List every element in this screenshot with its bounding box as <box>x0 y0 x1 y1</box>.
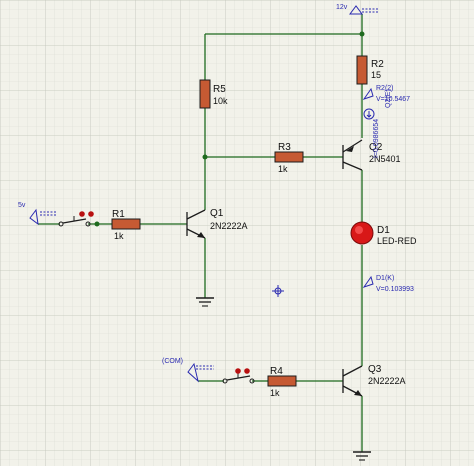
r2-value: 15 <box>371 70 381 80</box>
d1-part: LED-RED <box>377 236 417 246</box>
probe-q2-name: Q2(E) <box>385 89 392 108</box>
probe-q2-reading: I=0.0986654 <box>373 119 380 158</box>
junction-dot <box>359 31 365 37</box>
r5-ref: R5 <box>213 84 226 95</box>
probe-d1-reading: V=0.103993 <box>376 286 414 293</box>
q1-part: 2N2222A <box>210 221 248 231</box>
q3-part: 2N2222A <box>368 376 406 386</box>
r5-value: 10k <box>213 96 228 106</box>
switch-indicator <box>79 211 85 217</box>
r2-ref: R2 <box>371 59 384 70</box>
r1-ref: R1 <box>112 209 125 220</box>
resistor-r5[interactable]: R5 10k <box>199 79 228 109</box>
r3-value: 1k <box>278 164 288 174</box>
probe-r2-reading: V=10.5467 <box>376 96 410 103</box>
com-label: (COM) <box>162 358 183 365</box>
r1-value: 1k <box>114 231 124 241</box>
switch-indicator <box>88 211 94 217</box>
switch-indicator <box>235 368 241 374</box>
q3-ref: Q3 <box>368 364 382 375</box>
grid-major <box>0 0 474 466</box>
switch-indicator <box>244 368 250 374</box>
d1-ref: D1 <box>377 225 390 236</box>
q1-ref: Q1 <box>210 208 224 219</box>
supply-label: 12v <box>336 4 348 11</box>
schematic-canvas[interactable]: 12v 5v (COM) R2 15 R5 10k R3 1k R1 1k R4… <box>0 0 474 466</box>
r4-ref: R4 <box>270 366 283 377</box>
r3-ref: R3 <box>278 142 291 153</box>
junction-dot <box>202 154 208 160</box>
resistor-r2[interactable]: R2 15 <box>356 55 384 85</box>
probe-d1-name: D1(K) <box>376 275 394 282</box>
r4-value: 1k <box>270 388 280 398</box>
junction-dot <box>94 221 100 227</box>
input-label: 5v <box>18 202 26 209</box>
